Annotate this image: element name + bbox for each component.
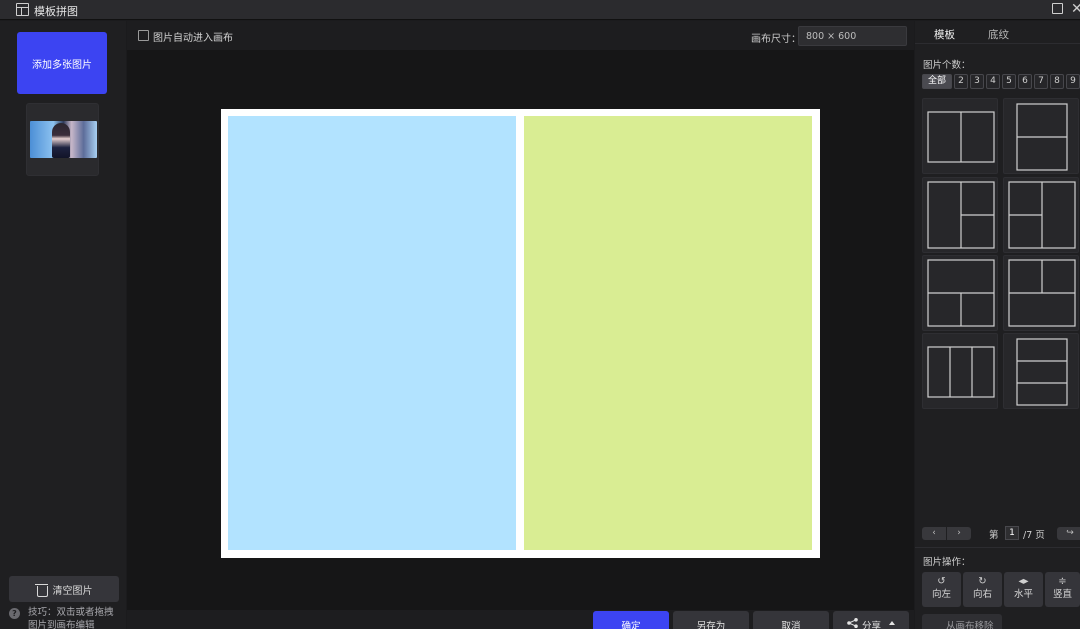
maximize-icon[interactable]	[1052, 3, 1063, 14]
template-3-col[interactable]	[922, 333, 998, 409]
tab-template[interactable]: 模板	[934, 27, 955, 42]
count-filter-all[interactable]: 全部	[922, 74, 952, 89]
rotate-left-label: 向左	[931, 589, 951, 600]
trash-icon	[34, 583, 48, 597]
rotate-left-icon: ↺	[937, 576, 946, 587]
image-count-label: 图片个数：	[923, 60, 971, 71]
share-icon	[847, 618, 858, 628]
flip-vertical-button[interactable]: ≑ 竖直	[1045, 572, 1080, 607]
flip-horizontal-button[interactable]: ◂▸ 水平	[1004, 572, 1043, 607]
auto-enter-checkbox[interactable]	[138, 30, 149, 41]
auto-enter-label[interactable]: 图片自动进入画布	[153, 29, 233, 44]
page-prefix: 第	[989, 530, 999, 541]
canvas-cell-right[interactable]	[524, 116, 812, 550]
flip-horizontal-icon: ◂▸	[1018, 576, 1029, 587]
canvas-area	[127, 50, 914, 610]
image-thumbnail[interactable]	[26, 103, 99, 176]
tab-texture[interactable]: 底纹	[988, 27, 1009, 42]
confirm-button[interactable]: 确定	[593, 611, 669, 629]
count-filter-2[interactable]: 2	[954, 74, 968, 89]
rotate-left-button[interactable]: ↺ 向左	[922, 572, 961, 607]
save-as-button[interactable]: 另存为	[673, 611, 749, 629]
collage-canvas	[221, 109, 820, 558]
canvas-size-label: 画布尺寸：	[751, 34, 801, 45]
template-pager: ‹ › 第 /7 页 ↪	[922, 526, 1080, 541]
action-bar: 确定 另存为 取消 分享	[127, 610, 914, 629]
template-top-bottom-split[interactable]	[922, 255, 998, 331]
share-label: 分享	[861, 621, 881, 629]
count-filter-5[interactable]: 5	[1002, 74, 1016, 89]
canvas-cell-left[interactable]	[228, 116, 516, 550]
window-title: 模板拼图	[34, 5, 78, 18]
title-bar: 模板拼图 ✕	[0, 0, 1080, 20]
add-images-button[interactable]: 添加多张图片	[17, 32, 107, 94]
caret-up-icon	[889, 621, 895, 625]
canvas-size-input[interactable]	[798, 26, 907, 46]
remove-from-canvas-button[interactable]: 从画布移除	[922, 614, 1002, 629]
go-page-button[interactable]: ↪	[1057, 527, 1080, 540]
next-page-button[interactable]: ›	[947, 527, 971, 540]
close-icon[interactable]: ✕	[1071, 0, 1080, 18]
count-filter-8[interactable]: 8	[1050, 74, 1064, 89]
template-panel: 模板 底纹 图片个数： 全部 2 3 4 5 6 7 8 9 ‹ › 第 1 /…	[915, 21, 1080, 629]
image-ops-label: 图片操作：	[923, 557, 971, 568]
rotate-right-button[interactable]: ↻ 向右	[963, 572, 1002, 607]
ops-divider	[915, 547, 1080, 548]
help-icon: ?	[9, 608, 20, 619]
count-filter-4[interactable]: 4	[986, 74, 1000, 89]
page-number-input[interactable]	[1005, 526, 1019, 540]
flip-horizontal-label: 水平	[1013, 589, 1033, 600]
count-filter-9[interactable]: 9	[1066, 74, 1080, 89]
count-filter-7[interactable]: 7	[1034, 74, 1048, 89]
image-list-panel: 添加多张图片 清空图片 ? 技巧：双击或者拖拽图片到画布编辑	[0, 21, 126, 629]
template-top-split-bottom[interactable]	[1003, 255, 1079, 331]
count-filter-3[interactable]: 3	[970, 74, 984, 89]
template-2-col[interactable]	[922, 98, 998, 174]
share-button[interactable]: 分享	[833, 611, 909, 629]
template-3-row[interactable]	[1003, 333, 1079, 409]
canvas-toolbar: 图片自动进入画布 画布尺寸：	[127, 21, 914, 50]
flip-vertical-label: 竖直	[1052, 589, 1072, 600]
count-filter-6[interactable]: 6	[1018, 74, 1032, 89]
image-count-filter: 全部 2 3 4 5 6 7 8 9	[922, 74, 1080, 89]
template-2-row[interactable]	[1003, 98, 1079, 174]
clear-images-label: 清空图片	[52, 585, 93, 597]
tip-text: 技巧：双击或者拖拽图片到画布编辑	[28, 607, 114, 629]
rotate-right-label: 向右	[972, 589, 992, 600]
clear-images-button[interactable]: 清空图片	[9, 576, 119, 602]
flip-vertical-icon: ≑	[1058, 576, 1067, 587]
tab-divider	[915, 43, 1080, 44]
page-total: /7 页	[1023, 530, 1045, 541]
prev-page-button[interactable]: ‹	[922, 527, 946, 540]
cancel-button[interactable]: 取消	[753, 611, 829, 629]
rotate-right-icon: ↻	[978, 576, 987, 587]
thumbnail-image	[30, 121, 97, 158]
template-right-left-split[interactable]	[1003, 177, 1079, 253]
template-left-right-split[interactable]	[922, 177, 998, 253]
template-app-icon	[16, 3, 29, 16]
